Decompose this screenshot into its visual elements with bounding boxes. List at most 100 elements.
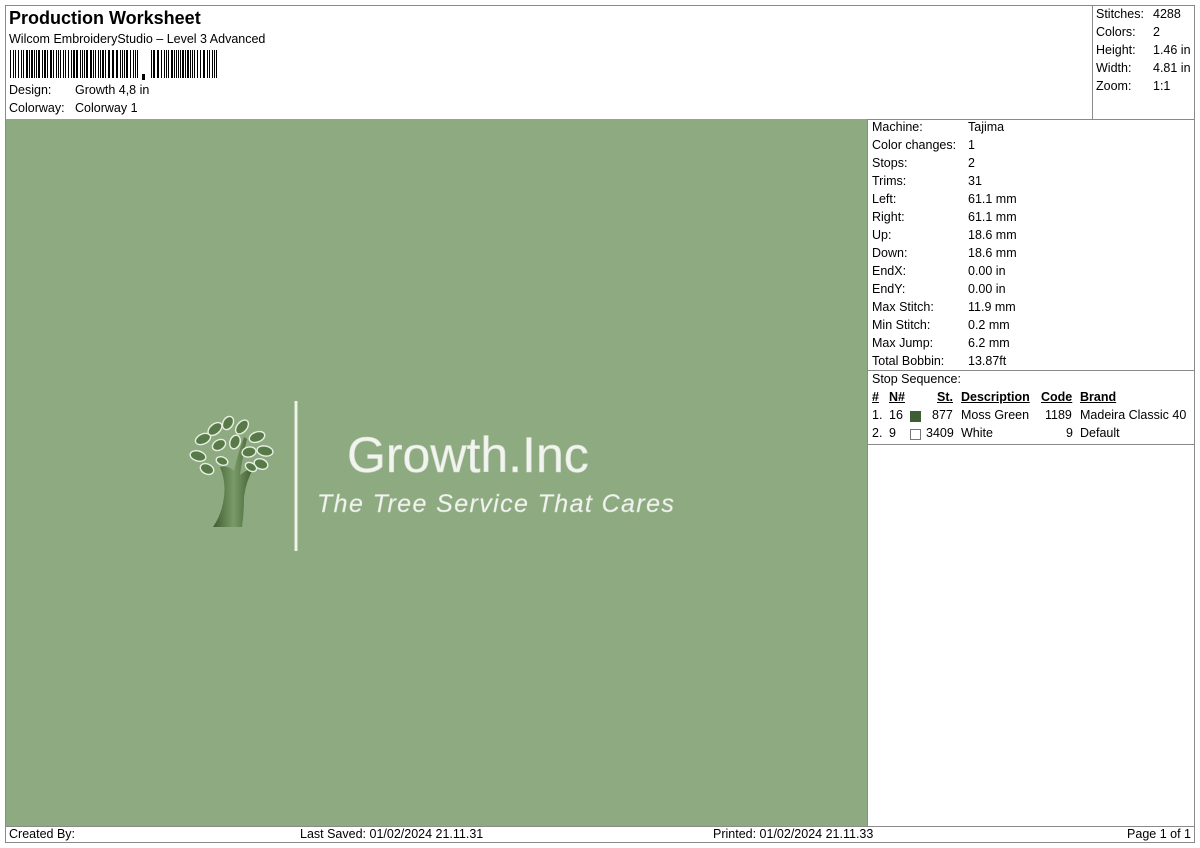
design-artwork: Growth.Inc The Tree Service That Cares (189, 401, 675, 551)
summary-row: Colors: 2 (1096, 25, 1160, 39)
created-by: Created By: (9, 827, 76, 841)
machine-info-label: Up: (872, 228, 892, 242)
stop-number: 2. (872, 426, 883, 440)
machine-info-label: Right: (872, 210, 905, 224)
summary-label: Stitches: (1096, 7, 1144, 21)
machine-info-row: Max Jump: 6.2 mm (872, 336, 1010, 350)
summary-row: Stitches: 4288 (1096, 7, 1181, 21)
machine-info-value: 2 (968, 156, 975, 170)
last-saved: Last Saved: 01/02/2024 21.11.31 (300, 827, 484, 841)
stop-needle: 9 (889, 426, 896, 440)
machine-info-label: EndY: (872, 282, 906, 296)
stop-brand: Madeira Classic 40 (1080, 408, 1187, 422)
machine-info-row: Min Stitch: 0.2 mm (872, 318, 1010, 332)
summary-value: 4288 (1153, 7, 1181, 21)
stop-code: 9 (1066, 426, 1073, 440)
software-name: Wilcom EmbroideryStudio – Level 3 Advanc… (9, 32, 266, 46)
stop-sequence-divider (868, 444, 1194, 445)
machine-info-label: Left: (872, 192, 897, 206)
machine-info-label: Max Stitch: (872, 300, 934, 314)
machine-info-panel: Machine: Tajima Color changes: 1 Stops: 2 Trim… (868, 119, 1194, 826)
machine-info-value: 1 (968, 138, 975, 152)
machine-info-value: 0.00 in (968, 264, 1006, 278)
summary-row: Width: 4.81 in (1096, 61, 1191, 75)
stop-description: White (961, 426, 993, 440)
summary-value: 2 (1153, 25, 1160, 39)
machine-info-label: Down: (872, 246, 908, 260)
design-row: Design: Growth 4,8 in (9, 83, 149, 97)
thread-color-swatch (910, 411, 921, 422)
machine-info-label: Min Stitch: (872, 318, 931, 332)
machine-info-row: Stops: 2 (872, 156, 975, 170)
page-title: Production Worksheet (9, 8, 201, 28)
stop-number: 1. (872, 408, 883, 422)
machine-info-value: 18.6 mm (968, 246, 1017, 260)
machine-info-label: EndX: (872, 264, 907, 278)
stop-sequence-row: 2. 9 3409 White 9 Default (868, 426, 1194, 444)
machine-info-label: Color changes: (872, 138, 957, 152)
col-code-header: Code (1041, 390, 1073, 404)
summary-label: Height: (1096, 43, 1136, 57)
machine-info-label: Total Bobbin: (872, 354, 945, 368)
col-needle-header: N# (889, 390, 905, 404)
machine-info-row: Machine: Tajima (872, 120, 1004, 134)
col-stitches-header: St. (937, 390, 953, 404)
brand-name: Growth.Inc (347, 427, 589, 483)
machine-info-row: Left: 61.1 mm (872, 192, 1017, 206)
machine-info-row: Right: 61.1 mm (872, 210, 1017, 224)
col-brand-header: Brand (1080, 390, 1117, 404)
worksheet-header: Production Worksheet Wilcom EmbroiderySt… (6, 6, 1092, 119)
machine-info-label: Trims: (872, 174, 907, 188)
machine-info-label: Stops: (872, 156, 908, 170)
design-value: Growth 4,8 in (75, 83, 150, 97)
machine-info-value: 61.1 mm (968, 192, 1017, 206)
summary-value: 4.81 in (1153, 61, 1191, 75)
machine-info-row: Trims: 31 (872, 174, 982, 188)
summary-value: 1:1 (1153, 79, 1171, 93)
design-summary: Stitches: 4288 Colors: 2 Height: 1.46 in Wi… (1092, 6, 1194, 119)
summary-label: Width: (1096, 61, 1132, 75)
colorway-row: Colorway: Colorway 1 (9, 101, 138, 115)
machine-info-row: Total Bobbin: 13.87ft (872, 354, 1006, 368)
col-number-header: # (872, 390, 879, 404)
machine-info-label: Machine: (872, 120, 923, 134)
stop-needle: 16 (889, 408, 903, 422)
machine-info-label: Max Jump: (872, 336, 934, 350)
stop-code: 1189 (1045, 408, 1072, 422)
machine-info-row: EndY: 0.00 in (872, 282, 1006, 296)
machine-info-row: Down: 18.6 mm (872, 246, 1017, 260)
stop-sequence-title: Stop Sequence: (872, 372, 961, 386)
worksheet-frame: Production Worksheet Wilcom EmbroiderySt… (5, 5, 1195, 843)
machine-info-row: EndX: 0.00 in (872, 264, 1006, 278)
summary-row: Height: 1.46 in (1096, 43, 1191, 57)
stop-sequence-row: 1. 16 877 Moss Green 1189 Madeira Classi… (868, 408, 1194, 426)
summary-row: Zoom: 1:1 (1096, 79, 1170, 93)
stop-brand: Default (1080, 426, 1120, 440)
machine-info-row: Up: 18.6 mm (872, 228, 1017, 242)
design-label: Design: (9, 83, 52, 97)
machine-info-value: 0.2 mm (968, 318, 1010, 332)
machine-info-value: 18.6 mm (968, 228, 1017, 242)
machine-info-row: Color changes: 1 (872, 138, 975, 152)
col-description-header: Description (961, 390, 1030, 404)
page-number: Page 1 of 1 (1127, 827, 1191, 841)
worksheet-footer: Created By: Last Saved: 01/02/2024 21.11… (6, 826, 1194, 843)
stop-stitches: 877 (932, 408, 953, 422)
colorway-value: Colorway 1 (75, 101, 138, 115)
machine-info-value: 61.1 mm (968, 210, 1017, 224)
summary-value: 1.46 in (1153, 43, 1191, 57)
machine-info-row: Max Stitch: 11.9 mm (872, 300, 1016, 314)
design-preview: Growth.Inc The Tree Service That Cares (6, 119, 868, 826)
tree-logo-icon (189, 415, 274, 527)
printed-date: Printed: 01/02/2024 21.11.33 (713, 827, 874, 841)
summary-label: Colors: (1096, 25, 1136, 39)
machine-info-value: Tajima (968, 120, 1005, 134)
barcode-image (10, 50, 217, 80)
stop-description: Moss Green (961, 408, 1030, 422)
stop-stitches: 3409 (926, 426, 954, 440)
machine-info-value: 6.2 mm (968, 336, 1010, 350)
machine-info-value: 11.9 mm (968, 300, 1016, 314)
colorway-label: Colorway: (9, 101, 65, 115)
info-divider (868, 370, 1194, 371)
brand-tagline: The Tree Service That Cares (317, 490, 675, 518)
